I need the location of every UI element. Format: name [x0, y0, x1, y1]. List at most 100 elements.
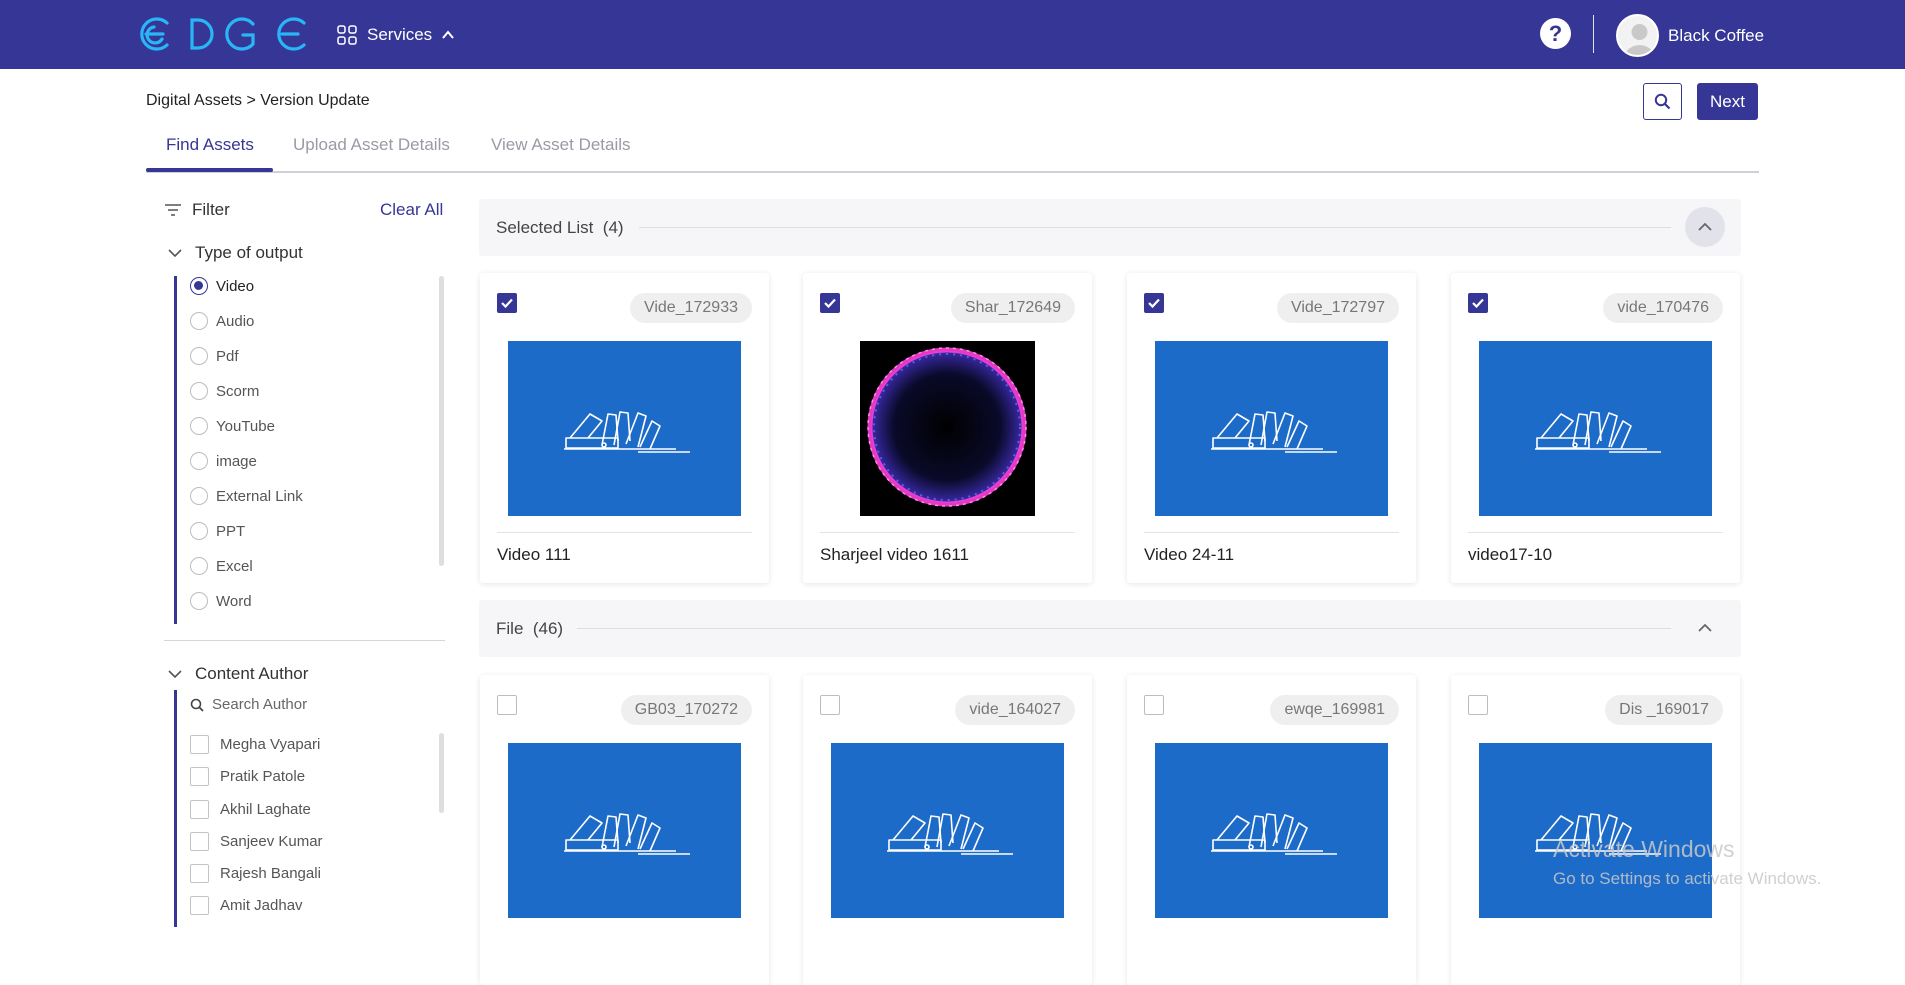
scrollbar[interactable]	[439, 733, 444, 813]
user-avatar[interactable]	[1616, 14, 1659, 57]
asset-title: Sharjeel video 1611	[820, 545, 970, 564]
asset-thumbnail[interactable]	[1155, 743, 1388, 918]
asset-thumbnail[interactable]	[1479, 341, 1712, 516]
type-of-output-title: Type of output	[195, 243, 303, 262]
search-icon	[190, 698, 204, 712]
card-checkbox[interactable]	[820, 695, 840, 715]
chevron-up-icon	[1698, 222, 1712, 231]
radio-button[interactable]	[190, 312, 208, 330]
card-checkbox[interactable]	[1468, 695, 1488, 715]
asset-thumbnail[interactable]	[1479, 743, 1712, 918]
radio-option-pdf[interactable]: Pdf	[190, 346, 239, 366]
radio-option-audio[interactable]: Audio	[190, 311, 254, 331]
divider	[1593, 15, 1594, 53]
radio-label: Excel	[216, 557, 253, 575]
radio-button[interactable]	[190, 277, 208, 295]
asset-card[interactable]: ewqe_169981	[1127, 675, 1416, 985]
radio-button[interactable]	[190, 452, 208, 470]
selected-list-header: Selected List (4)	[479, 199, 1741, 256]
checkmark-icon	[1148, 298, 1160, 309]
content-author-toggle[interactable]: Content Author	[168, 664, 308, 684]
checkbox[interactable]	[190, 800, 209, 819]
collapse-selected-list-button[interactable]	[1685, 207, 1725, 247]
radio-option-word[interactable]: Word	[190, 591, 252, 611]
checkbox[interactable]	[190, 832, 209, 851]
card-checkbox[interactable]	[1468, 293, 1488, 313]
author-search-input[interactable]: Search Author	[190, 696, 307, 713]
radio-option-video[interactable]: Video	[190, 276, 254, 296]
radio-button[interactable]	[190, 557, 208, 575]
services-menu[interactable]: Services	[336, 22, 455, 48]
collapse-file-list-button[interactable]	[1685, 608, 1725, 648]
divider	[577, 628, 1671, 629]
asset-card[interactable]: Vide_172797 Video 24-11	[1127, 273, 1416, 583]
radio-option-youtube[interactable]: YouTube	[190, 416, 275, 436]
search-icon	[1654, 93, 1671, 110]
radio-button[interactable]	[190, 347, 208, 365]
next-button[interactable]: Next	[1697, 83, 1758, 120]
author-item[interactable]: Sanjeev Kumar	[190, 832, 323, 851]
asset-card[interactable]: vide_164027	[803, 675, 1092, 985]
radio-option-scorm[interactable]: Scorm	[190, 381, 259, 401]
asset-thumbnail[interactable]	[1155, 341, 1388, 516]
filter-title: Filter	[192, 200, 230, 219]
top-navigation-bar: Services ? Black Coffee	[0, 0, 1905, 69]
type-of-output-toggle[interactable]: Type of output	[168, 243, 303, 263]
radio-button[interactable]	[190, 417, 208, 435]
asset-card[interactable]: GB03_170272	[480, 675, 769, 985]
asset-thumbnail[interactable]	[831, 743, 1064, 918]
asset-card[interactable]: Vide_172933 Video 111	[480, 273, 769, 583]
card-checkbox[interactable]	[820, 293, 840, 313]
library-icon	[564, 411, 690, 453]
section-accent-bar	[174, 276, 177, 624]
tab-find-assets[interactable]: Find Assets	[166, 135, 254, 155]
card-checkbox[interactable]	[497, 695, 517, 715]
asset-thumbnail[interactable]	[508, 743, 741, 918]
asset-thumbnail[interactable]	[508, 341, 741, 516]
help-icon[interactable]: ?	[1540, 18, 1571, 49]
radio-label: External Link	[216, 487, 303, 505]
clear-all-link[interactable]: Clear All	[380, 200, 443, 220]
author-item[interactable]: Amit Jadhav	[190, 896, 303, 915]
asset-card[interactable]: Shar_172649 Sharjeel video 1611	[803, 273, 1092, 583]
checkbox[interactable]	[190, 896, 209, 915]
checkbox[interactable]	[190, 864, 209, 883]
file-list-header: File (46)	[479, 600, 1741, 657]
library-icon	[1211, 411, 1337, 453]
radio-label: PPT	[216, 522, 246, 540]
asset-id-badge: vide_170476	[1603, 293, 1723, 323]
chevron-up-icon	[1698, 623, 1712, 632]
tab-upload-asset-details[interactable]: Upload Asset Details	[293, 135, 450, 155]
author-search-placeholder: Search Author	[212, 696, 308, 713]
services-label: Services	[367, 25, 433, 44]
asset-id-badge: GB03_170272	[620, 695, 752, 725]
asset-title: Video 111	[497, 545, 571, 564]
radio-option-image[interactable]: image	[190, 451, 257, 471]
card-checkbox[interactable]	[1144, 293, 1164, 313]
radio-button[interactable]	[190, 382, 208, 400]
radio-button[interactable]	[190, 592, 208, 610]
radio-button[interactable]	[190, 487, 208, 505]
radio-option-ppt[interactable]: PPT	[190, 521, 245, 541]
edge-logo[interactable]	[136, 14, 308, 54]
author-item[interactable]: Akhil Laghate	[190, 800, 311, 819]
checkmark-icon	[501, 298, 513, 309]
card-checkbox[interactable]	[1144, 695, 1164, 715]
card-checkbox[interactable]	[497, 293, 517, 313]
asset-thumbnail[interactable]	[860, 341, 1035, 516]
checkbox[interactable]	[190, 767, 209, 786]
radio-option-excel[interactable]: Excel	[190, 556, 253, 576]
author-item[interactable]: Pratik Patole	[190, 767, 305, 786]
radio-option-external-link[interactable]: External Link	[190, 486, 303, 506]
scrollbar[interactable]	[439, 276, 444, 566]
radio-label: Pdf	[216, 347, 239, 365]
checkbox[interactable]	[190, 735, 209, 754]
author-item[interactable]: Rajesh Bangali	[190, 864, 321, 883]
author-item[interactable]: Megha Vyapari	[190, 735, 320, 754]
user-name[interactable]: Black Coffee	[1668, 26, 1764, 46]
tab-view-asset-details[interactable]: View Asset Details	[491, 135, 631, 155]
asset-card[interactable]: vide_170476 video17-10	[1451, 273, 1740, 583]
asset-card[interactable]: Dis _169017	[1451, 675, 1740, 985]
search-button[interactable]	[1643, 83, 1682, 120]
radio-button[interactable]	[190, 522, 208, 540]
